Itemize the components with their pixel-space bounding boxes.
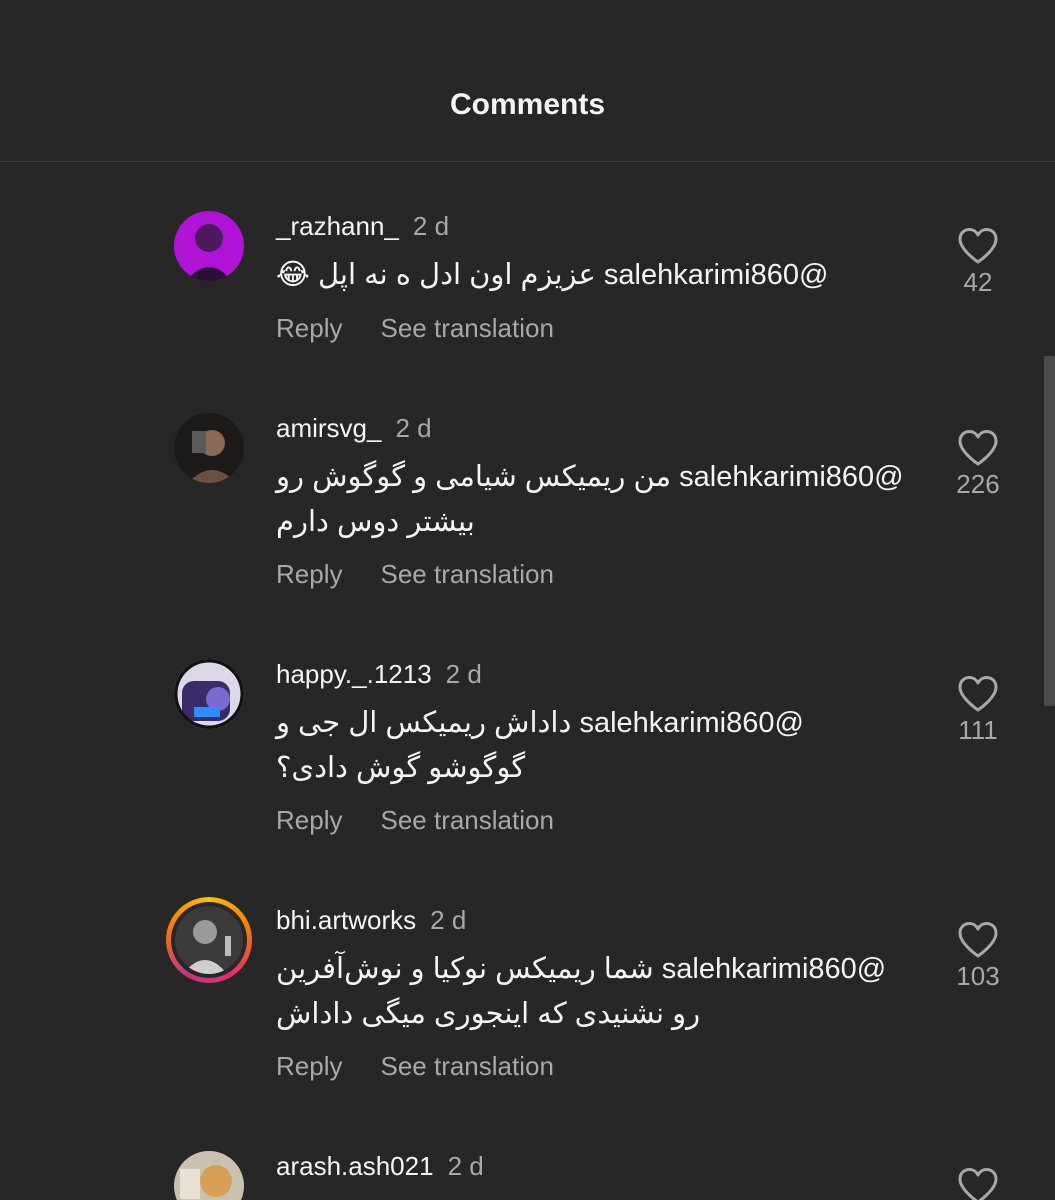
see-translation-link[interactable]: See translation (380, 559, 553, 589)
comment-line: بیشتر دوس دارم (276, 506, 475, 538)
comment-meta: amirsvg_ 2 d (276, 413, 432, 443)
comment-text: @salehkarimi860 من ریمیکس شیامی و گوگوش … (276, 455, 916, 545)
heart-outline-icon[interactable] (957, 429, 999, 467)
username[interactable]: _razhann_ (276, 211, 399, 241)
like-control[interactable]: 42 (940, 227, 1016, 298)
avatar[interactable] (174, 413, 244, 483)
comment-actions: Reply See translation (276, 805, 554, 836)
comment-line: گوگوشو گوش دادی؟ (276, 752, 526, 784)
comment-line: @salehkarimi860 من ریمیکس شیامی و گوگوش … (276, 461, 904, 493)
comment-line: رو نشنیدی که اینجوری میگی داداش (276, 998, 701, 1030)
comment-meta: arash.ash021 2 d (276, 1151, 484, 1181)
comment-line: @salehkarimi860 داداش ریمیکس ال جی و (276, 707, 804, 739)
comment-actions: Reply See translation (276, 1051, 554, 1082)
comment-line: @salehkarimi860 شما ریمیکس نوکیا و نوش‌آ… (276, 953, 887, 985)
like-count: 226 (956, 469, 1000, 499)
comment-line: @salehkarimi860 عزیزم اون ادل ه نه اپل 😂 (276, 259, 829, 291)
like-control[interactable]: 226 (940, 429, 1016, 500)
avatar[interactable] (174, 1151, 244, 1200)
like-count: 111 (958, 715, 998, 745)
comment-text: @salehkarimi860 عزیزم اون ادل ه نه اپل 😂 (276, 253, 916, 298)
comments-screen: Comments _razhann_ 2 d @salehkarimi860 عز… (0, 0, 1055, 1200)
comment-time: 2 d (445, 659, 482, 689)
like-control[interactable]: 103 (940, 921, 1016, 992)
avatar[interactable] (174, 659, 244, 729)
like-count: 103 (956, 961, 1000, 991)
comment-actions: Reply See translation (276, 559, 554, 590)
reply-button[interactable]: Reply (276, 805, 342, 835)
page-title: Comments (449, 88, 606, 121)
comment-meta: bhi.artworks 2 d (276, 905, 466, 935)
comment-meta: happy._.1213 2 d (276, 659, 482, 689)
username[interactable]: happy._.1213 (276, 659, 432, 689)
comment-text: @salehkarimi860 داداش ریمیکس ال جی و گوگ… (276, 701, 916, 791)
see-translation-link[interactable]: See translation (380, 1051, 553, 1081)
like-control[interactable]: 111 (940, 675, 1016, 746)
scrollbar[interactable] (1044, 356, 1055, 706)
like-count: 42 (963, 267, 993, 297)
comment-time: 2 d (412, 211, 450, 241)
username[interactable]: bhi.artworks (276, 905, 416, 935)
heart-outline-icon[interactable] (957, 675, 999, 713)
reply-button[interactable]: Reply (276, 559, 342, 589)
see-translation-link[interactable]: See translation (380, 805, 553, 835)
comment-text: @salehkarimi860 شما ریمیکس نوکیا و نوش‌آ… (276, 947, 916, 1037)
like-control[interactable] (940, 1167, 1016, 1200)
heart-outline-icon[interactable] (957, 227, 999, 265)
avatar (175, 906, 243, 974)
comment-time: 2 d (447, 1151, 484, 1181)
comment-time: 2 d (430, 905, 467, 935)
reply-button[interactable]: Reply (276, 313, 342, 343)
username[interactable]: amirsvg_ (276, 413, 381, 443)
comment-meta: _razhann_ 2 d (276, 211, 449, 241)
heart-outline-icon[interactable] (957, 1167, 999, 1200)
see-translation-link[interactable]: See translation (380, 313, 553, 343)
username[interactable]: arash.ash021 (276, 1151, 434, 1181)
comments-header: Comments (0, 0, 1055, 162)
heart-outline-icon[interactable] (957, 921, 999, 959)
avatar[interactable] (174, 211, 244, 281)
comment-time: 2 d (395, 413, 432, 443)
avatar-story-ring[interactable] (166, 897, 252, 983)
comment-actions: Reply See translation (276, 313, 554, 344)
reply-button[interactable]: Reply (276, 1051, 342, 1081)
